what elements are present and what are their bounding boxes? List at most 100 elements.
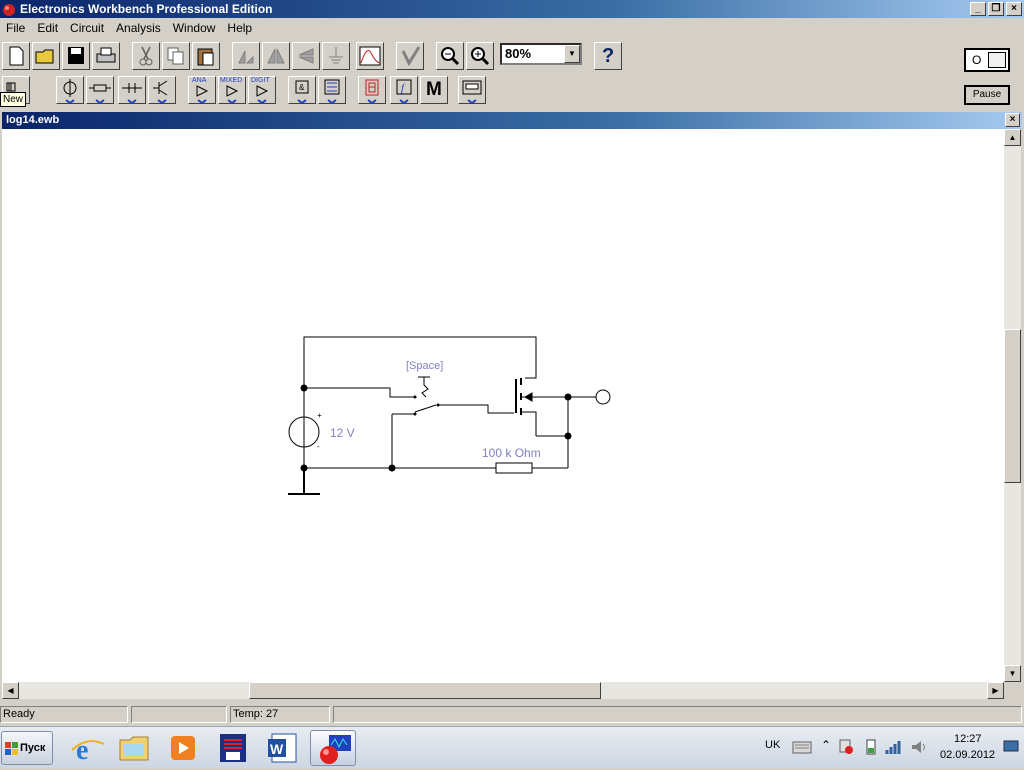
source-value-label: 12 V xyxy=(330,426,355,440)
electronics-workbench-icon xyxy=(320,735,351,764)
graph-button[interactable] xyxy=(356,42,384,70)
internet-explorer-icon: e xyxy=(71,735,105,766)
show-hidden-icons-icon[interactable]: ⌃ xyxy=(821,738,831,752)
digital-ics-bin-button[interactable]: DIGIT xyxy=(248,76,276,104)
horizontal-scroll-thumb[interactable] xyxy=(249,682,601,699)
output-terminal[interactable] xyxy=(595,389,611,405)
floppy-disk-icon xyxy=(68,47,84,64)
network-error-icon[interactable] xyxy=(838,738,854,756)
graph-icon xyxy=(359,46,381,66)
junction-dot xyxy=(564,432,572,440)
logic-gates-bin-button[interactable]: & xyxy=(288,76,316,104)
scroll-right-arrow-icon[interactable]: ▶ xyxy=(987,682,1004,699)
miscellaneous-bin-button[interactable]: M xyxy=(420,76,448,104)
volume-icon[interactable] xyxy=(910,738,928,756)
scroll-left-arrow-icon[interactable]: ◀ xyxy=(2,682,19,699)
copy-button[interactable] xyxy=(162,42,190,70)
app-title-bar: Electronics Workbench Professional Editi… xyxy=(0,0,1024,18)
clock-date[interactable]: 02.09.2012 xyxy=(940,749,995,761)
horizontal-scrollbar[interactable]: ◀ ▶ xyxy=(2,682,1004,699)
instrument-icon xyxy=(462,80,482,103)
power-switch-label: O xyxy=(972,53,982,67)
keyboard-icon[interactable] xyxy=(792,739,812,755)
restore-button[interactable]: ❐ xyxy=(988,2,1004,16)
circuit-schematic: 12 V 100 k Ohm [Space] + - xyxy=(288,336,611,495)
resistor-symbol xyxy=(495,462,533,474)
flip-horizontal-button[interactable] xyxy=(262,42,290,70)
document-close-button[interactable]: × xyxy=(1005,113,1020,127)
transistors-bin-button[interactable] xyxy=(148,76,176,104)
svg-text:W: W xyxy=(270,741,284,757)
menu-help[interactable]: Help xyxy=(221,19,258,39)
cut-button[interactable] xyxy=(132,42,160,70)
new-file-button[interactable] xyxy=(2,42,30,70)
minimize-button[interactable]: _ xyxy=(970,2,986,16)
junction-dot xyxy=(300,384,308,392)
circuit-canvas[interactable]: 12 V 100 k Ohm [Space] + - xyxy=(2,129,1004,682)
flip-horizontal-icon xyxy=(267,48,285,64)
subcircuit-button[interactable] xyxy=(396,42,424,70)
folder-icon xyxy=(119,736,149,761)
mixed-ics-bin-button[interactable]: MIXED xyxy=(218,76,246,104)
taskbar-media-player[interactable] xyxy=(160,730,206,766)
status-temperature: Temp: 27 xyxy=(230,706,330,723)
start-button[interactable]: Пуск xyxy=(1,731,53,765)
instruments-bin-button[interactable] xyxy=(458,76,486,104)
switch-actuator xyxy=(418,376,430,398)
switch-wire xyxy=(412,396,514,414)
show-desktop-button[interactable] xyxy=(1002,733,1020,761)
menu-analysis[interactable]: Analysis xyxy=(110,19,167,39)
pause-button[interactable]: Pause xyxy=(964,85,1010,105)
source-minus-label: - xyxy=(317,442,320,451)
source-plus-label: + xyxy=(317,411,322,420)
taskbar-internet-explorer[interactable]: e xyxy=(64,730,110,766)
open-file-button[interactable] xyxy=(32,42,60,70)
scroll-down-arrow-icon[interactable]: ▼ xyxy=(1004,665,1021,682)
status-bar: Ready Temp: 27 xyxy=(0,705,1024,724)
scroll-up-arrow-icon[interactable]: ▲ xyxy=(1004,129,1021,146)
chevron-down-icon[interactable]: ▼ xyxy=(564,45,580,63)
ground-component-icon xyxy=(329,47,343,64)
language-indicator[interactable]: UK xyxy=(765,739,780,751)
analog-ics-bin-button[interactable]: ANA xyxy=(188,76,216,104)
flip-vertical-button[interactable] xyxy=(292,42,320,70)
function-block-icon: f xyxy=(396,79,412,103)
close-button[interactable]: × xyxy=(1006,2,1022,16)
menu-file[interactable]: File xyxy=(0,19,31,39)
controls-bin-button[interactable]: f xyxy=(390,76,418,104)
vertical-scrollbar[interactable]: ▲ ▼ xyxy=(1004,129,1021,682)
misc-m-icon: M xyxy=(426,79,442,100)
battery-icon[interactable] xyxy=(865,738,877,756)
taskbar-save-app[interactable] xyxy=(210,730,256,766)
taskbar-explorer[interactable] xyxy=(112,730,158,766)
save-button[interactable] xyxy=(62,42,90,70)
zoom-out-button[interactable] xyxy=(436,42,464,70)
sources-bin-button[interactable] xyxy=(56,76,84,104)
zoom-in-button[interactable] xyxy=(466,42,494,70)
rotate-button[interactable] xyxy=(232,42,260,70)
diodes-bin-button[interactable] xyxy=(118,76,146,104)
menu-circuit[interactable]: Circuit xyxy=(64,19,110,39)
svg-text:f: f xyxy=(401,82,406,94)
basic-bin-button[interactable] xyxy=(86,76,114,104)
zoom-level-select[interactable]: 80% ▼ xyxy=(500,43,582,65)
signal-strength-icon[interactable] xyxy=(885,738,903,756)
mixed-ic-icon xyxy=(226,85,239,103)
help-question-icon: ? xyxy=(602,45,615,67)
menu-edit[interactable]: Edit xyxy=(31,19,64,39)
start-label: Пуск xyxy=(20,742,46,754)
help-button[interactable]: ? xyxy=(594,42,622,70)
clock-time[interactable]: 12:27 xyxy=(954,733,982,745)
taskbar-electronics-workbench[interactable] xyxy=(310,730,356,766)
power-switch[interactable]: O xyxy=(964,48,1010,72)
print-button[interactable] xyxy=(92,42,120,70)
taskbar-word[interactable]: W xyxy=(260,730,306,766)
transistor-icon xyxy=(153,80,168,103)
paste-button[interactable] xyxy=(192,42,220,70)
menu-window[interactable]: Window xyxy=(167,19,222,39)
digital-bin-button[interactable] xyxy=(318,76,346,104)
indicators-bin-button[interactable] xyxy=(358,76,386,104)
component-properties-button[interactable] xyxy=(322,42,350,70)
vertical-scroll-thumb[interactable] xyxy=(1004,329,1021,483)
copy-icon xyxy=(167,47,184,65)
